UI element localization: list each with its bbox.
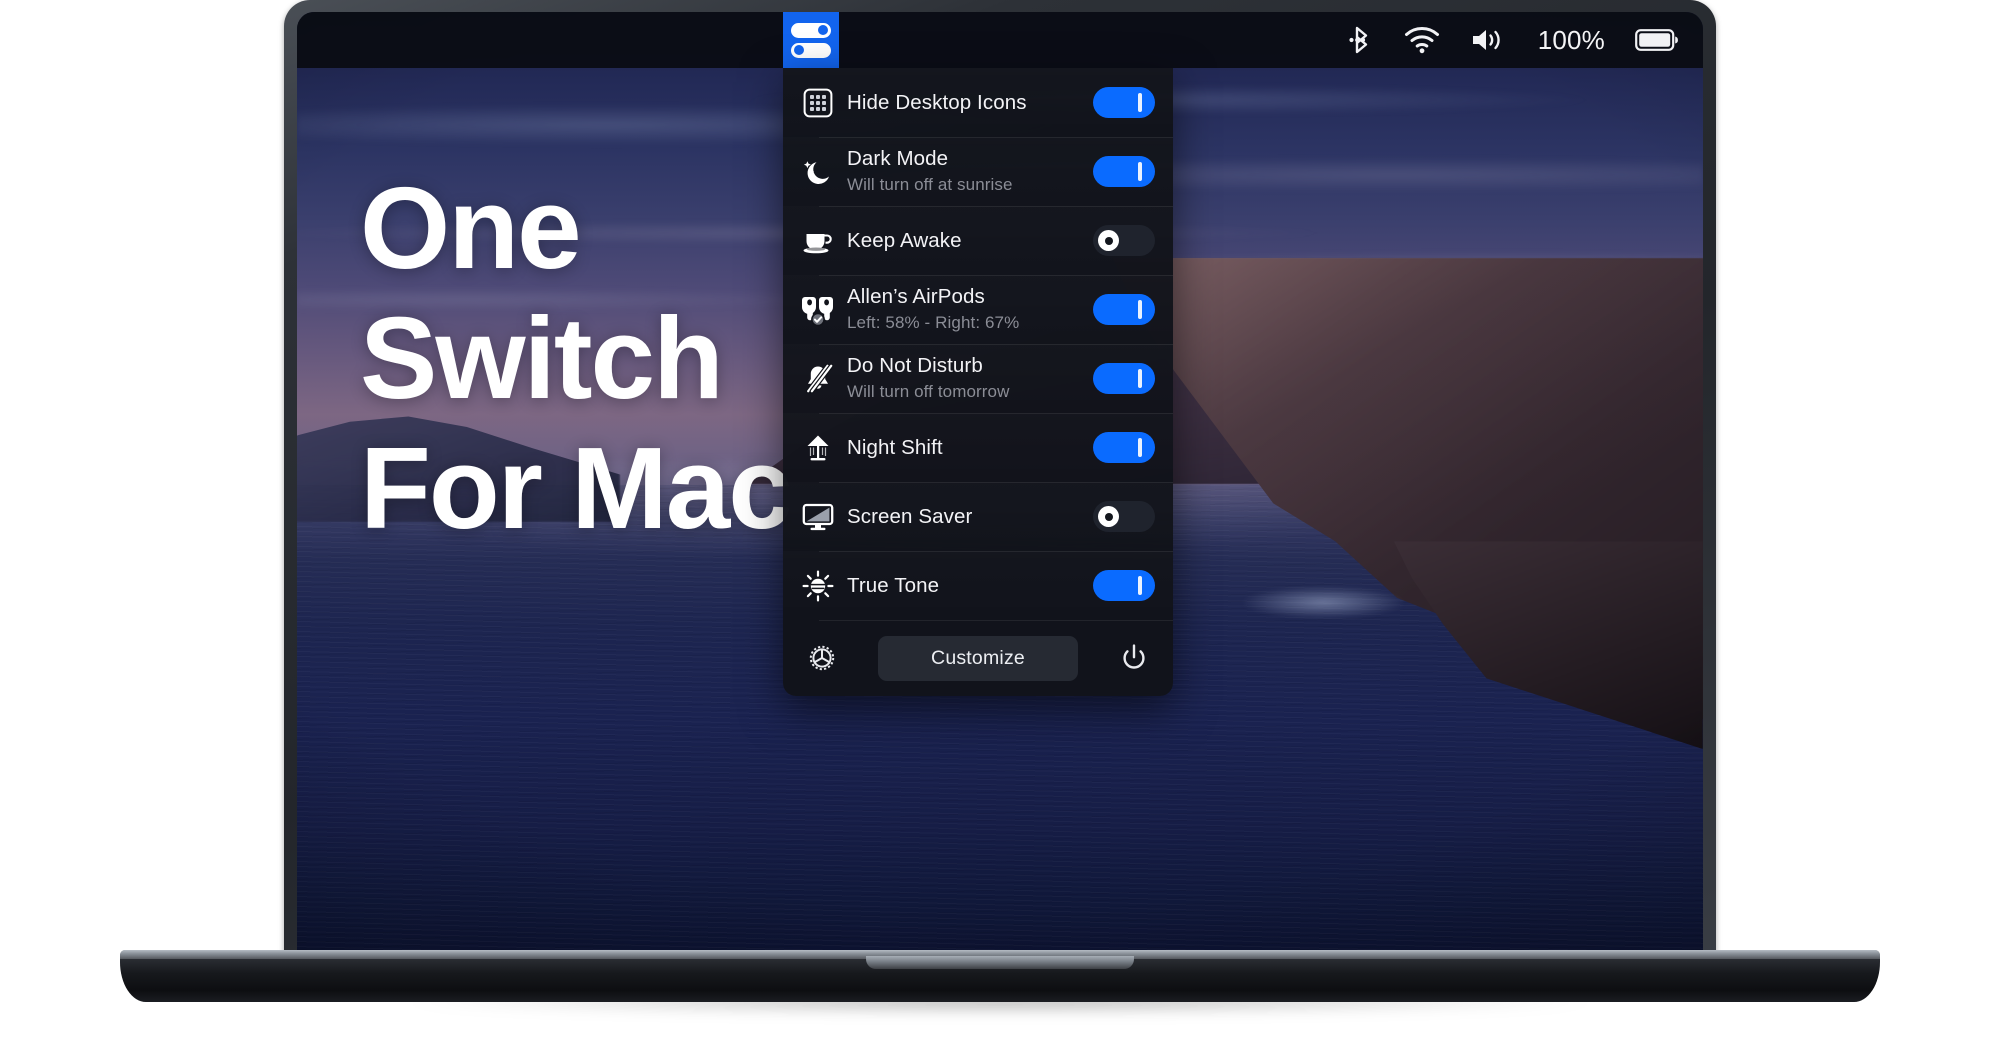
macbook-base bbox=[120, 950, 1880, 1040]
row-keep-awake[interactable]: Keep Awake bbox=[783, 206, 1173, 275]
menubar-status-area: 100% bbox=[1348, 12, 1703, 68]
macbook-mockup: One Switch For Mac 100% Hide Desktop Ico… bbox=[284, 0, 1716, 962]
desk-lamp-icon bbox=[797, 427, 839, 469]
promo-screenshot: One Switch For Mac 100% Hide Desktop Ico… bbox=[0, 0, 2000, 1061]
oneswitch-dropdown-panel: Hide Desktop Icons Dark Mode Will turn o… bbox=[783, 68, 1173, 696]
row-title: Allen’s AirPods bbox=[847, 284, 985, 308]
row-title: Do Not Disturb bbox=[847, 353, 983, 377]
row-title: True Tone bbox=[847, 573, 940, 597]
row-text: Hide Desktop Icons bbox=[839, 90, 1093, 116]
row-do-not-disturb[interactable]: Do Not Disturb Will turn off tomorrow bbox=[783, 344, 1173, 413]
display-icon bbox=[797, 496, 839, 538]
airpods-icon bbox=[797, 289, 839, 331]
base-notch bbox=[866, 956, 1134, 969]
laptop-screen: One Switch For Mac 100% Hide Desktop Ico… bbox=[297, 12, 1703, 957]
row-text: Night Shift bbox=[839, 435, 1093, 461]
app-icon-toggle-top bbox=[791, 22, 831, 38]
bluetooth-icon[interactable] bbox=[1348, 24, 1374, 56]
coffee-cup-icon bbox=[797, 220, 839, 262]
toggle-night-shift[interactable] bbox=[1093, 432, 1155, 463]
row-text: Do Not Disturb Will turn off tomorrow bbox=[839, 353, 1093, 405]
bell-slash-icon bbox=[797, 358, 839, 400]
row-text: Screen Saver bbox=[839, 504, 1093, 530]
base-body bbox=[120, 950, 1880, 1002]
desktop-grid-icon bbox=[797, 82, 839, 124]
toggle-true-tone[interactable] bbox=[1093, 570, 1155, 601]
volume-icon[interactable] bbox=[1470, 26, 1508, 54]
row-title: Screen Saver bbox=[847, 504, 973, 528]
row-title: Keep Awake bbox=[847, 228, 962, 252]
toggle-screen-saver[interactable] bbox=[1093, 501, 1155, 532]
app-icon-toggle-bottom bbox=[791, 42, 831, 58]
row-hide-desktop-icons[interactable]: Hide Desktop Icons bbox=[783, 68, 1173, 137]
toggle-hide-desktop-icons[interactable] bbox=[1093, 87, 1155, 118]
toggle-do-not-disturb[interactable] bbox=[1093, 363, 1155, 394]
row-text: Allen’s AirPods Left: 58% - Right: 67% bbox=[839, 284, 1093, 336]
toggle-allens-airpods[interactable] bbox=[1093, 294, 1155, 325]
headline-line-1: One bbox=[360, 163, 582, 293]
toggle-dark-mode[interactable] bbox=[1093, 156, 1155, 187]
oneswitch-menubar-item[interactable] bbox=[783, 12, 839, 68]
panel-footer: Customize bbox=[783, 620, 1173, 696]
power-icon[interactable] bbox=[1117, 641, 1151, 675]
row-text: Dark Mode Will turn off at sunrise bbox=[839, 146, 1093, 198]
gear-icon[interactable] bbox=[805, 641, 839, 675]
row-title: Night Shift bbox=[847, 435, 943, 459]
row-subtitle: Left: 58% - Right: 67% bbox=[847, 313, 1020, 333]
row-title: Hide Desktop Icons bbox=[847, 90, 1027, 114]
row-night-shift[interactable]: Night Shift bbox=[783, 413, 1173, 482]
marketing-headline: One Switch For Mac bbox=[360, 163, 793, 554]
row-text: Keep Awake bbox=[839, 228, 1093, 254]
battery-full-icon[interactable] bbox=[1635, 28, 1679, 52]
wifi-icon[interactable] bbox=[1404, 26, 1440, 54]
row-screen-saver[interactable]: Screen Saver bbox=[783, 482, 1173, 551]
headline-line-2: Switch bbox=[360, 292, 724, 423]
macos-menubar: 100% bbox=[297, 12, 1703, 68]
row-text: True Tone bbox=[839, 573, 1093, 599]
oneswitch-toggles-icon bbox=[791, 22, 831, 58]
row-title: Dark Mode bbox=[847, 146, 949, 170]
battery-percentage: 100% bbox=[1537, 24, 1605, 55]
headline-line-3: For Mac bbox=[360, 422, 793, 553]
row-allens-airpods[interactable]: Allen’s AirPods Left: 58% - Right: 67% bbox=[783, 275, 1173, 344]
moon-stars-icon bbox=[797, 151, 839, 193]
row-dark-mode[interactable]: Dark Mode Will turn off at sunrise bbox=[783, 137, 1173, 206]
customize-button[interactable]: Customize bbox=[878, 635, 1078, 681]
sun-tone-icon bbox=[797, 565, 839, 607]
toggle-keep-awake[interactable] bbox=[1093, 225, 1155, 256]
row-subtitle: Will turn off tomorrow bbox=[847, 382, 1010, 402]
row-subtitle: Will turn off at sunrise bbox=[847, 175, 1013, 195]
row-true-tone[interactable]: True Tone bbox=[783, 551, 1173, 620]
